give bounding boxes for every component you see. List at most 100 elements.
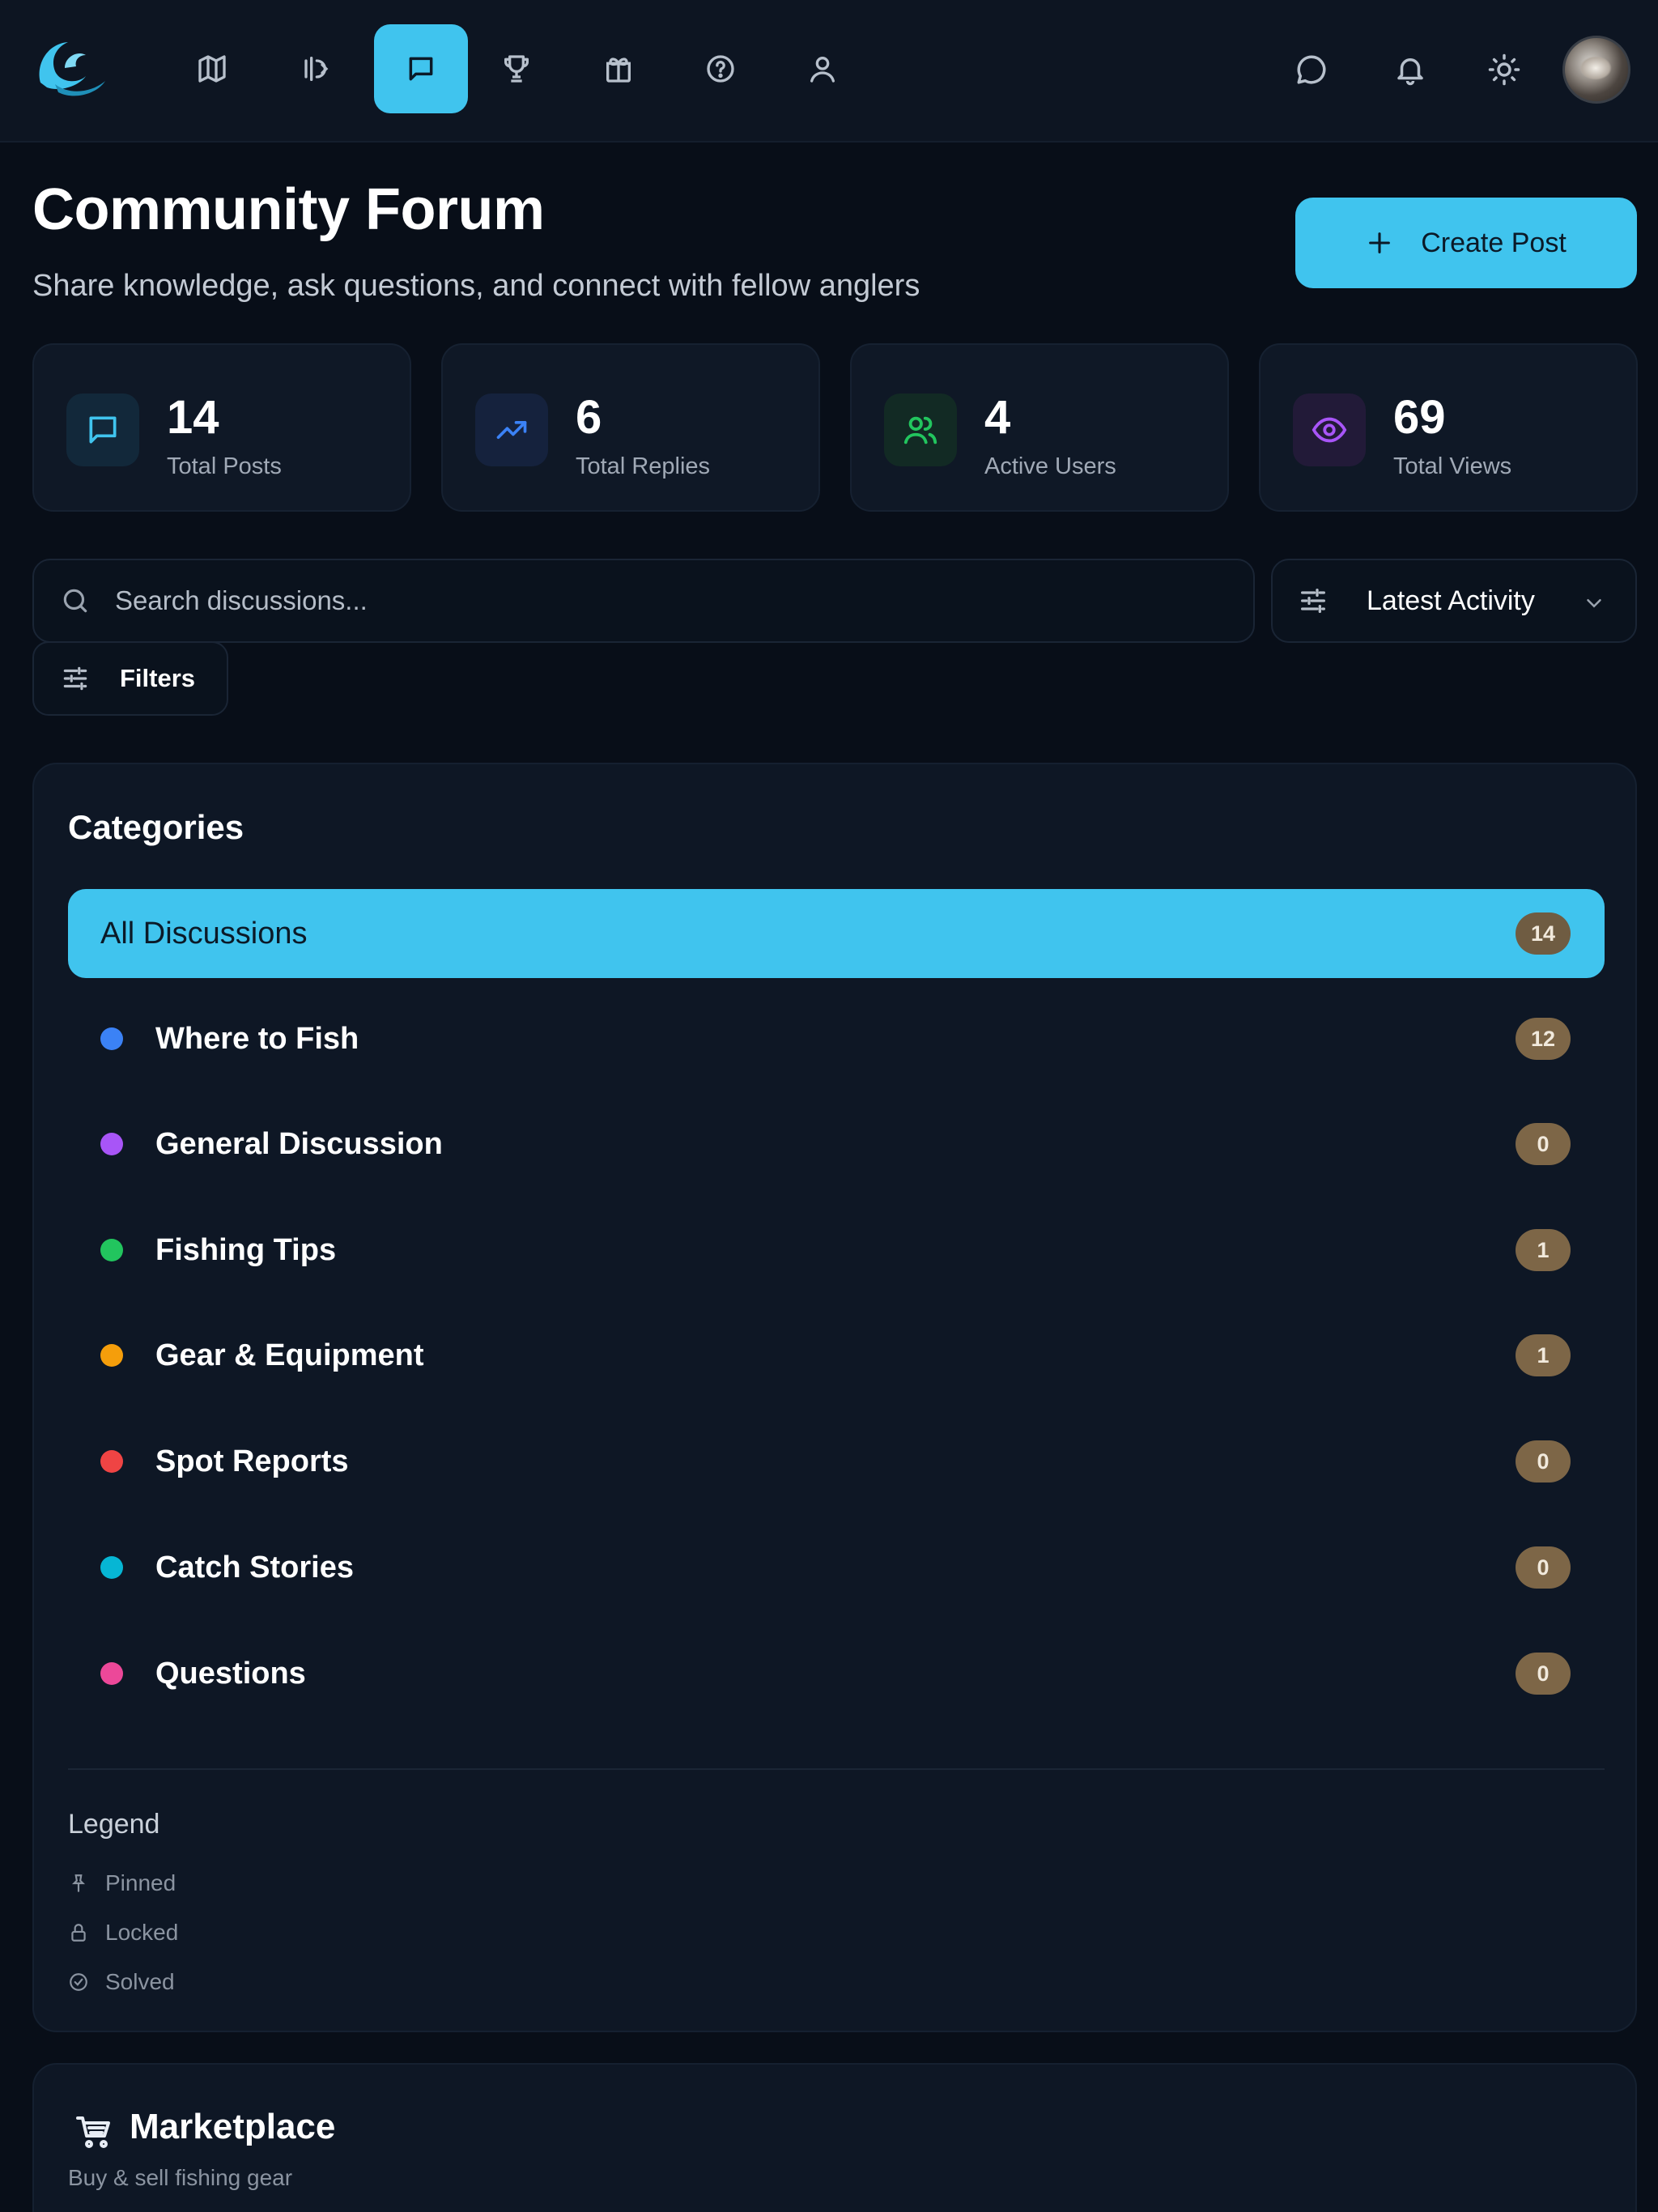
shopping-cart-icon	[74, 2112, 113, 2150]
chat-icon	[1295, 53, 1329, 87]
category-label: Fishing Tips	[155, 1232, 337, 1267]
nav-map-button[interactable]	[165, 24, 259, 113]
category-where-to-fish[interactable]: Where to Fish 12	[68, 994, 1605, 1083]
legend-title: Legend	[68, 1809, 160, 1840]
stat-value: 14	[167, 391, 219, 444]
category-catch-stories[interactable]: Catch Stories 0	[68, 1523, 1605, 1612]
category-label: Spot Reports	[155, 1444, 349, 1478]
legend-item-solved: Solved	[68, 1969, 175, 1995]
category-count-badge: 0	[1516, 1440, 1571, 1482]
nav-leaderboard-button[interactable]	[470, 24, 563, 113]
nav-profile-button[interactable]	[776, 24, 869, 113]
category-color-dot	[100, 1133, 123, 1155]
category-count-badge: 0	[1516, 1653, 1571, 1695]
stat-card-total-replies: 6 Total Replies	[441, 343, 820, 512]
category-color-dot	[100, 1662, 123, 1685]
lock-icon	[68, 1922, 89, 1943]
notifications-button[interactable]	[1378, 37, 1443, 102]
legend-label: Solved	[105, 1969, 175, 1994]
stat-card-total-posts: 14 Total Posts	[32, 343, 411, 512]
legend-item-locked: Locked	[68, 1920, 178, 1946]
create-post-label: Create Post	[1421, 227, 1567, 258]
category-count-badge: 0	[1516, 1123, 1571, 1165]
category-label: All Discussions	[100, 916, 308, 951]
categories-panel: Categories All Discussions 14 Where to F…	[32, 763, 1637, 2032]
stat-card-active-users: 4 Active Users	[850, 343, 1229, 512]
create-post-button[interactable]: Create Post	[1295, 198, 1637, 288]
stat-label: Total Views	[1393, 453, 1512, 479]
category-count-badge: 12	[1516, 1018, 1571, 1060]
page-title: Community Forum	[32, 177, 545, 242]
filters-button[interactable]: Filters	[32, 641, 228, 716]
filters-label: Filters	[120, 664, 196, 692]
category-color-dot	[100, 1556, 123, 1579]
category-label: General Discussion	[155, 1126, 443, 1161]
avatar[interactable]	[1562, 36, 1630, 104]
theme-toggle-button[interactable]	[1472, 37, 1537, 102]
top-nav-bar	[0, 0, 1658, 143]
nav-fish-button[interactable]	[267, 24, 361, 113]
category-all-discussions[interactable]: All Discussions 14	[68, 889, 1605, 978]
user-icon	[806, 53, 839, 85]
message-square-icon	[66, 393, 139, 466]
category-label: Questions	[155, 1656, 306, 1691]
sort-select[interactable]: Latest Activity	[1271, 559, 1637, 643]
eye-icon	[1293, 393, 1366, 466]
category-label: Gear & Equipment	[155, 1338, 424, 1372]
nav-help-button[interactable]	[674, 24, 767, 113]
users-icon	[884, 393, 957, 466]
search-box	[32, 559, 1255, 643]
category-color-dot	[100, 1450, 123, 1473]
legend-label: Pinned	[105, 1870, 176, 1895]
categories-title: Categories	[68, 808, 244, 846]
check-circle-icon	[68, 1972, 89, 1993]
stat-value: 6	[576, 391, 602, 444]
nav-rewards-button[interactable]	[572, 24, 665, 113]
trophy-icon	[500, 53, 533, 85]
category-color-dot	[100, 1239, 123, 1261]
category-gear-equipment[interactable]: Gear & Equipment 1	[68, 1311, 1605, 1400]
category-count-badge: 14	[1516, 912, 1571, 955]
marketplace-title: Marketplace	[130, 2107, 336, 2146]
divider	[68, 1768, 1605, 1770]
sun-icon	[1487, 53, 1521, 87]
stat-card-total-views: 69 Total Views	[1259, 343, 1638, 512]
category-label: Where to Fish	[155, 1021, 359, 1056]
stat-value: 69	[1393, 391, 1446, 444]
sliders-icon	[60, 663, 91, 694]
page-subtitle: Share knowledge, ask questions, and conn…	[32, 269, 920, 303]
stat-label: Total Posts	[167, 453, 282, 479]
category-label: Catch Stories	[155, 1550, 354, 1585]
category-color-dot	[100, 1027, 123, 1050]
help-circle-icon	[704, 53, 737, 85]
legend-label: Locked	[105, 1920, 179, 1945]
legend-item-pinned: Pinned	[68, 1870, 176, 1896]
stat-label: Active Users	[984, 453, 1116, 479]
stat-value: 4	[984, 391, 1011, 444]
chat-button[interactable]	[1279, 37, 1344, 102]
category-general-discussion[interactable]: General Discussion 0	[68, 1100, 1605, 1189]
bell-icon	[1393, 53, 1427, 87]
category-count-badge: 1	[1516, 1229, 1571, 1271]
map-icon	[196, 53, 228, 85]
pin-icon	[68, 1873, 89, 1894]
search-icon	[60, 585, 91, 616]
trending-up-icon	[475, 393, 548, 466]
marketplace-subtitle: Buy & sell fishing gear	[68, 2165, 293, 2190]
sliders-icon	[1297, 585, 1329, 617]
category-fishing-tips[interactable]: Fishing Tips 1	[68, 1206, 1605, 1295]
search-input[interactable]	[115, 585, 1167, 616]
chevron-down-icon	[1582, 591, 1606, 615]
plus-icon	[1366, 229, 1393, 257]
category-spot-reports[interactable]: Spot Reports 0	[68, 1417, 1605, 1506]
gift-icon	[602, 53, 635, 85]
category-color-dot	[100, 1344, 123, 1367]
category-questions[interactable]: Questions 0	[68, 1629, 1605, 1718]
stat-label: Total Replies	[576, 453, 711, 479]
fish-icon	[298, 53, 330, 85]
sort-selected-value: Latest Activity	[1367, 585, 1535, 616]
wave-logo-icon[interactable]	[32, 36, 110, 100]
message-square-icon	[406, 53, 436, 84]
nav-forum-button[interactable]	[374, 24, 468, 113]
marketplace-panel: Marketplace Buy & sell fishing gear	[32, 2063, 1637, 2212]
